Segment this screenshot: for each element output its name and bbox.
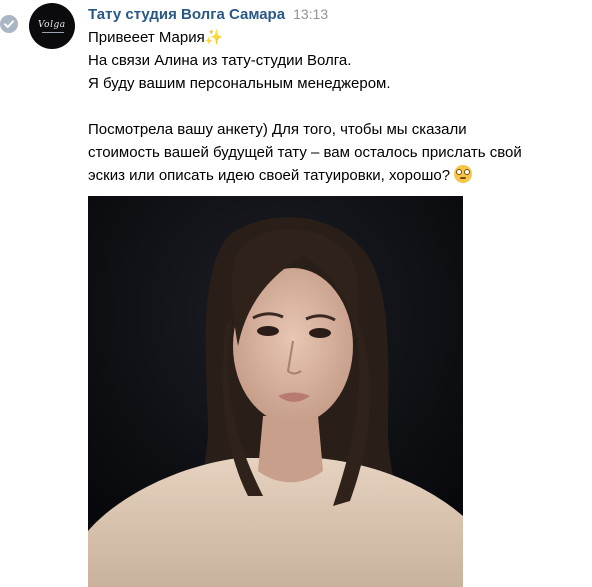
- message-line-text: Привееет Мария: [88, 29, 205, 46]
- author-name[interactable]: Тату студия Волга Самара: [88, 6, 285, 23]
- chat-message: Volga Тату студия Волга Самара 13:13 Прив…: [0, 0, 592, 587]
- message-line: эскиз или описать идею своей татуировки,…: [88, 164, 588, 187]
- photo-attachment[interactable]: [88, 196, 463, 587]
- avatar-logo-text: Volga: [38, 20, 66, 30]
- avatar-logo-line: [42, 32, 64, 33]
- avatar[interactable]: Volga: [29, 3, 75, 49]
- checkmark-icon: [0, 15, 18, 33]
- message-text: Привееет Мария✨ На связи Алина из тату-с…: [88, 26, 588, 187]
- message-header: Тату студия Волга Самара 13:13: [88, 6, 328, 26]
- message-line: Посмотрела вашу анкету) Для того, чтобы …: [88, 121, 467, 138]
- message-line-text: эскиз или описать идею своей татуировки,…: [88, 167, 451, 184]
- message-line: стоимость вашей будущей тату – вам остал…: [88, 144, 522, 161]
- message-line: Я буду вашим персональным менеджером.: [88, 75, 391, 92]
- message-line: Привееет Мария✨: [88, 26, 588, 49]
- message-line: На связи Алина из тату-студии Волга.: [88, 52, 352, 69]
- sparkles-icon: ✨: [204, 29, 224, 46]
- flushed-face-icon: [454, 165, 473, 183]
- photo-of-woman-icon: [88, 196, 463, 587]
- message-time[interactable]: 13:13: [293, 6, 328, 22]
